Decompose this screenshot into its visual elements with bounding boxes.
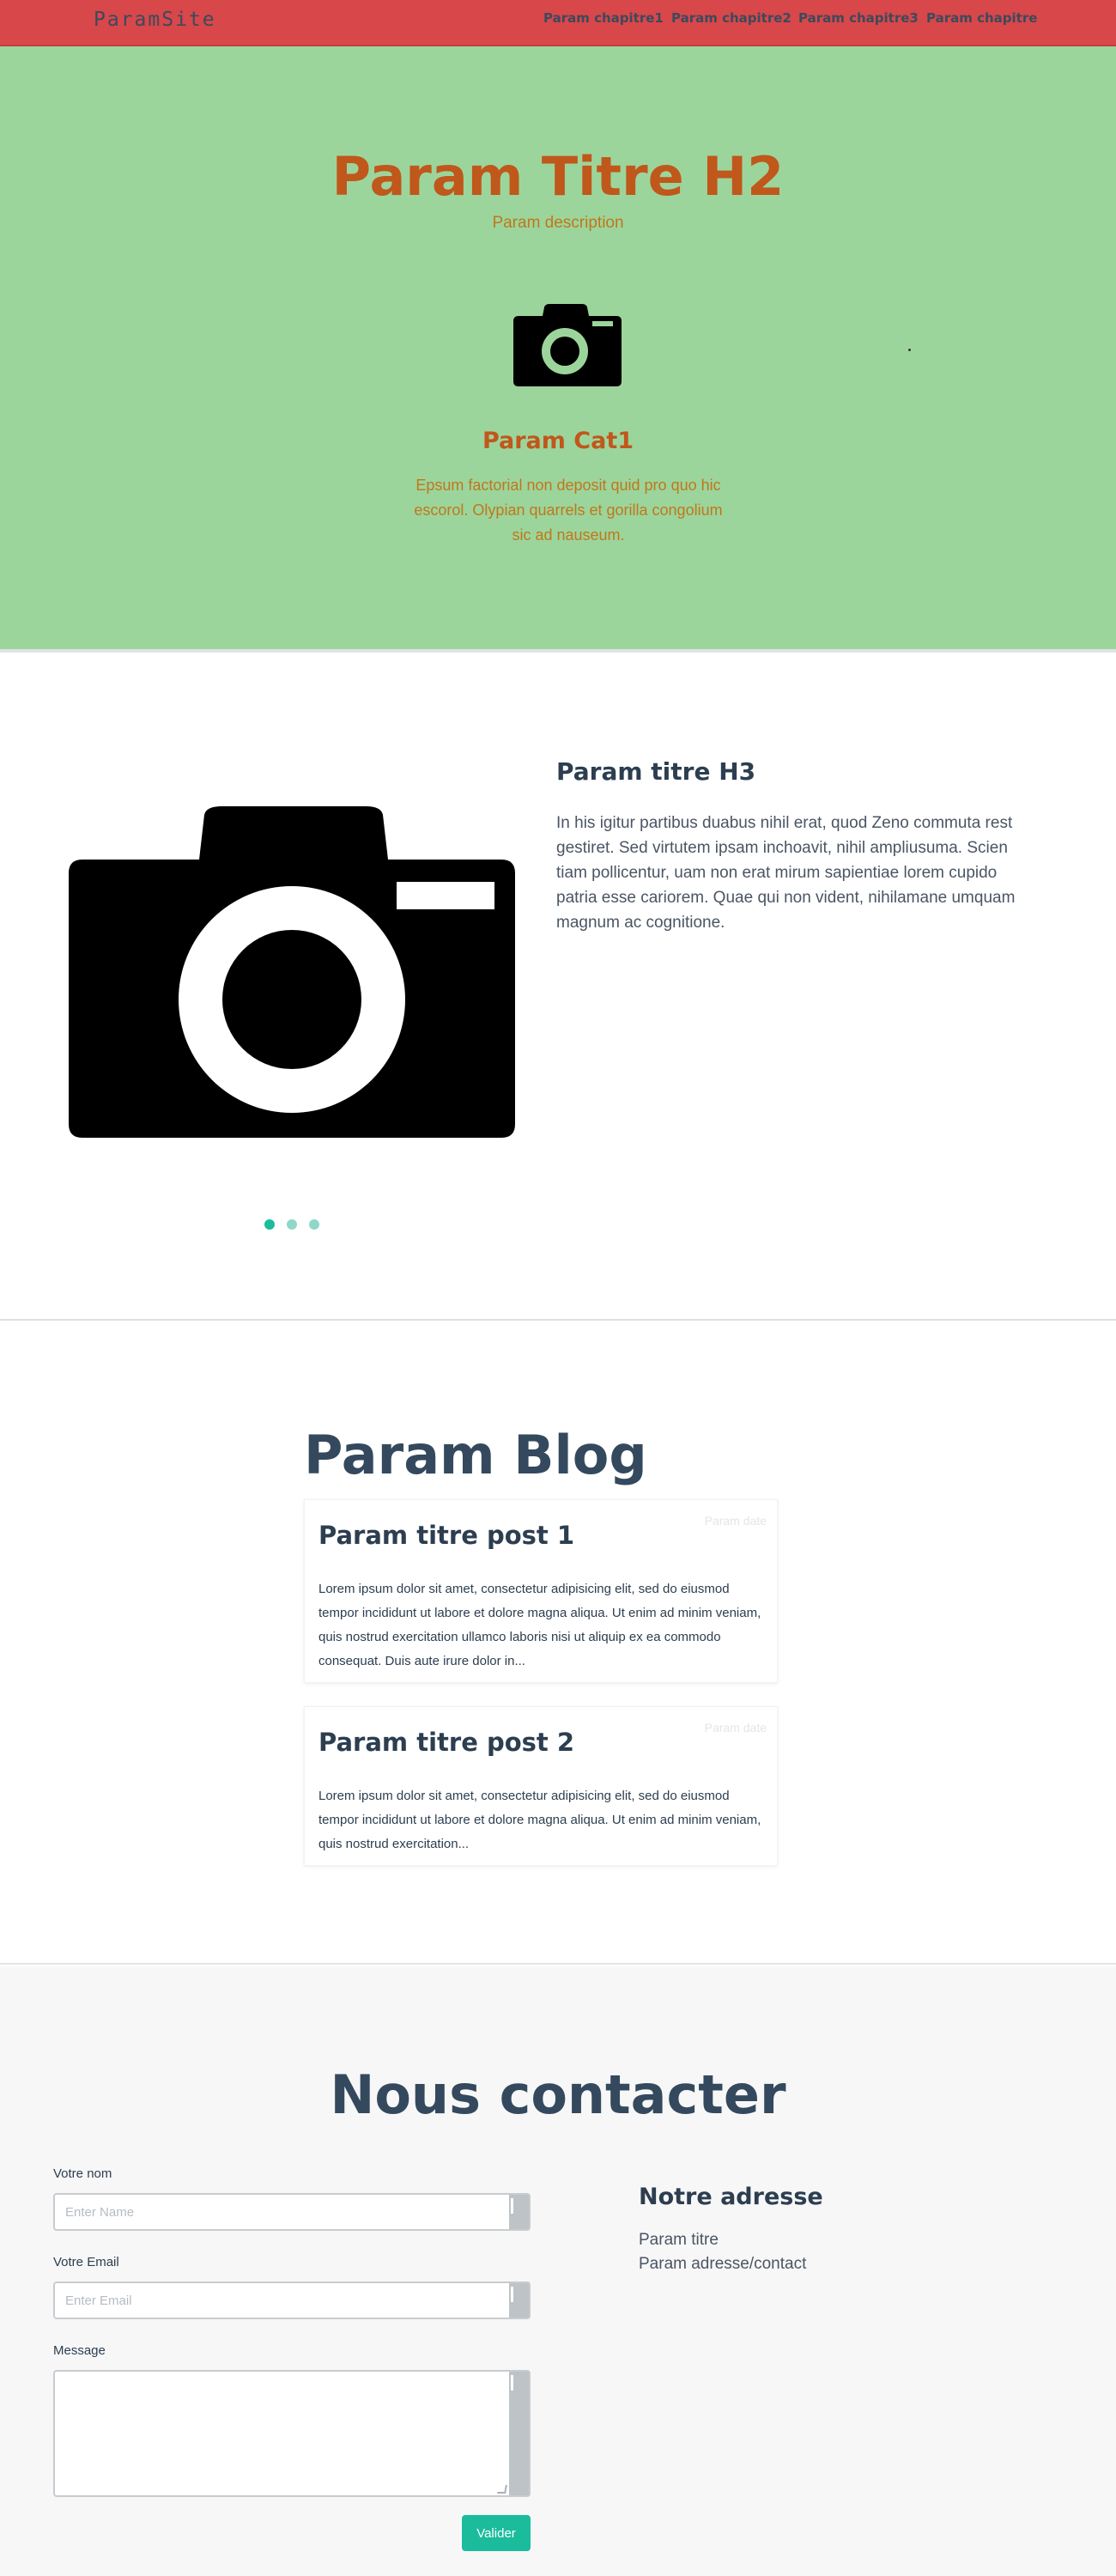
hero-section: Param Titre H2 Param description Param C…: [0, 46, 1116, 653]
name-field: [53, 2193, 531, 2231]
hero-description: Param description: [492, 214, 624, 232]
blog-post-card[interactable]: Param date Param titre post 1 Lorem ipsu…: [304, 1499, 778, 1683]
email-field: [53, 2281, 531, 2319]
field-scrollbar[interactable]: [508, 2372, 529, 2495]
blog-post-card[interactable]: Param date Param titre post 2 Lorem ipsu…: [304, 1706, 778, 1866]
post-excerpt: Lorem ipsum dolor sit amet, consectetur …: [318, 1582, 761, 1668]
name-input[interactable]: [55, 2195, 508, 2229]
email-label: Votre Email: [53, 2255, 119, 2269]
address-line: Param adresse/contact: [639, 2255, 807, 2273]
post-title[interactable]: Param titre post 1: [318, 1521, 574, 1550]
address-title: Notre adresse: [639, 2184, 823, 2210]
contact-section: Nous contacter Votre nom Votre Email Mes…: [0, 1966, 1116, 2576]
field-scrollbar[interactable]: [508, 2195, 529, 2229]
category-text: Epsum factorial non deposit quid pro quo…: [414, 477, 723, 544]
carousel-dot-1[interactable]: [264, 1219, 275, 1230]
stray-dot: [908, 349, 911, 351]
nav-link-chapitre3[interactable]: Param chapitre3: [798, 10, 919, 26]
resize-handle[interactable]: [497, 2485, 507, 2494]
nav-link-chapitre4[interactable]: Param chapitre: [926, 10, 1037, 26]
camera-icon: [69, 806, 515, 1138]
submit-button[interactable]: Valider: [462, 2515, 531, 2551]
camera-icon: [513, 304, 622, 386]
carousel-dot-2[interactable]: [287, 1219, 297, 1230]
message-textarea[interactable]: [55, 2372, 508, 2495]
feature-section: Param titre H3 In his igitur partibus du…: [0, 656, 1116, 1321]
post-date: Param date: [704, 1721, 767, 1735]
blog-title: Param Blog: [304, 1424, 647, 1486]
contact-title: Nous contacter: [330, 2063, 786, 2126]
post-title[interactable]: Param titre post 2: [318, 1728, 574, 1757]
name-label: Votre nom: [53, 2166, 112, 2181]
feature-text: In his igitur partibus duabus nihil erat…: [556, 814, 1016, 932]
message-label: Message: [53, 2343, 106, 2358]
nav-link-chapitre1[interactable]: Param chapitre1: [543, 10, 664, 26]
feature-title: Param titre H3: [556, 757, 756, 786]
email-input[interactable]: [55, 2283, 508, 2318]
blog-section: Param Blog Param date Param titre post 1…: [0, 1322, 1116, 1965]
field-scrollbar[interactable]: [508, 2283, 529, 2318]
message-field: [53, 2370, 531, 2497]
post-date: Param date: [704, 1514, 767, 1528]
category-title: Param Cat1: [482, 428, 634, 454]
address-line: Param titre: [639, 2231, 719, 2249]
nav-link-chapitre2[interactable]: Param chapitre2: [671, 10, 792, 26]
site-brand-link[interactable]: ParamSite: [94, 9, 216, 31]
navbar: ParamSite Param chapitre1 Param chapitre…: [0, 0, 1116, 46]
carousel-dot-3[interactable]: [309, 1219, 319, 1230]
hero-title: Param Titre H2: [331, 145, 785, 208]
post-excerpt: Lorem ipsum dolor sit amet, consectetur …: [318, 1789, 761, 1851]
